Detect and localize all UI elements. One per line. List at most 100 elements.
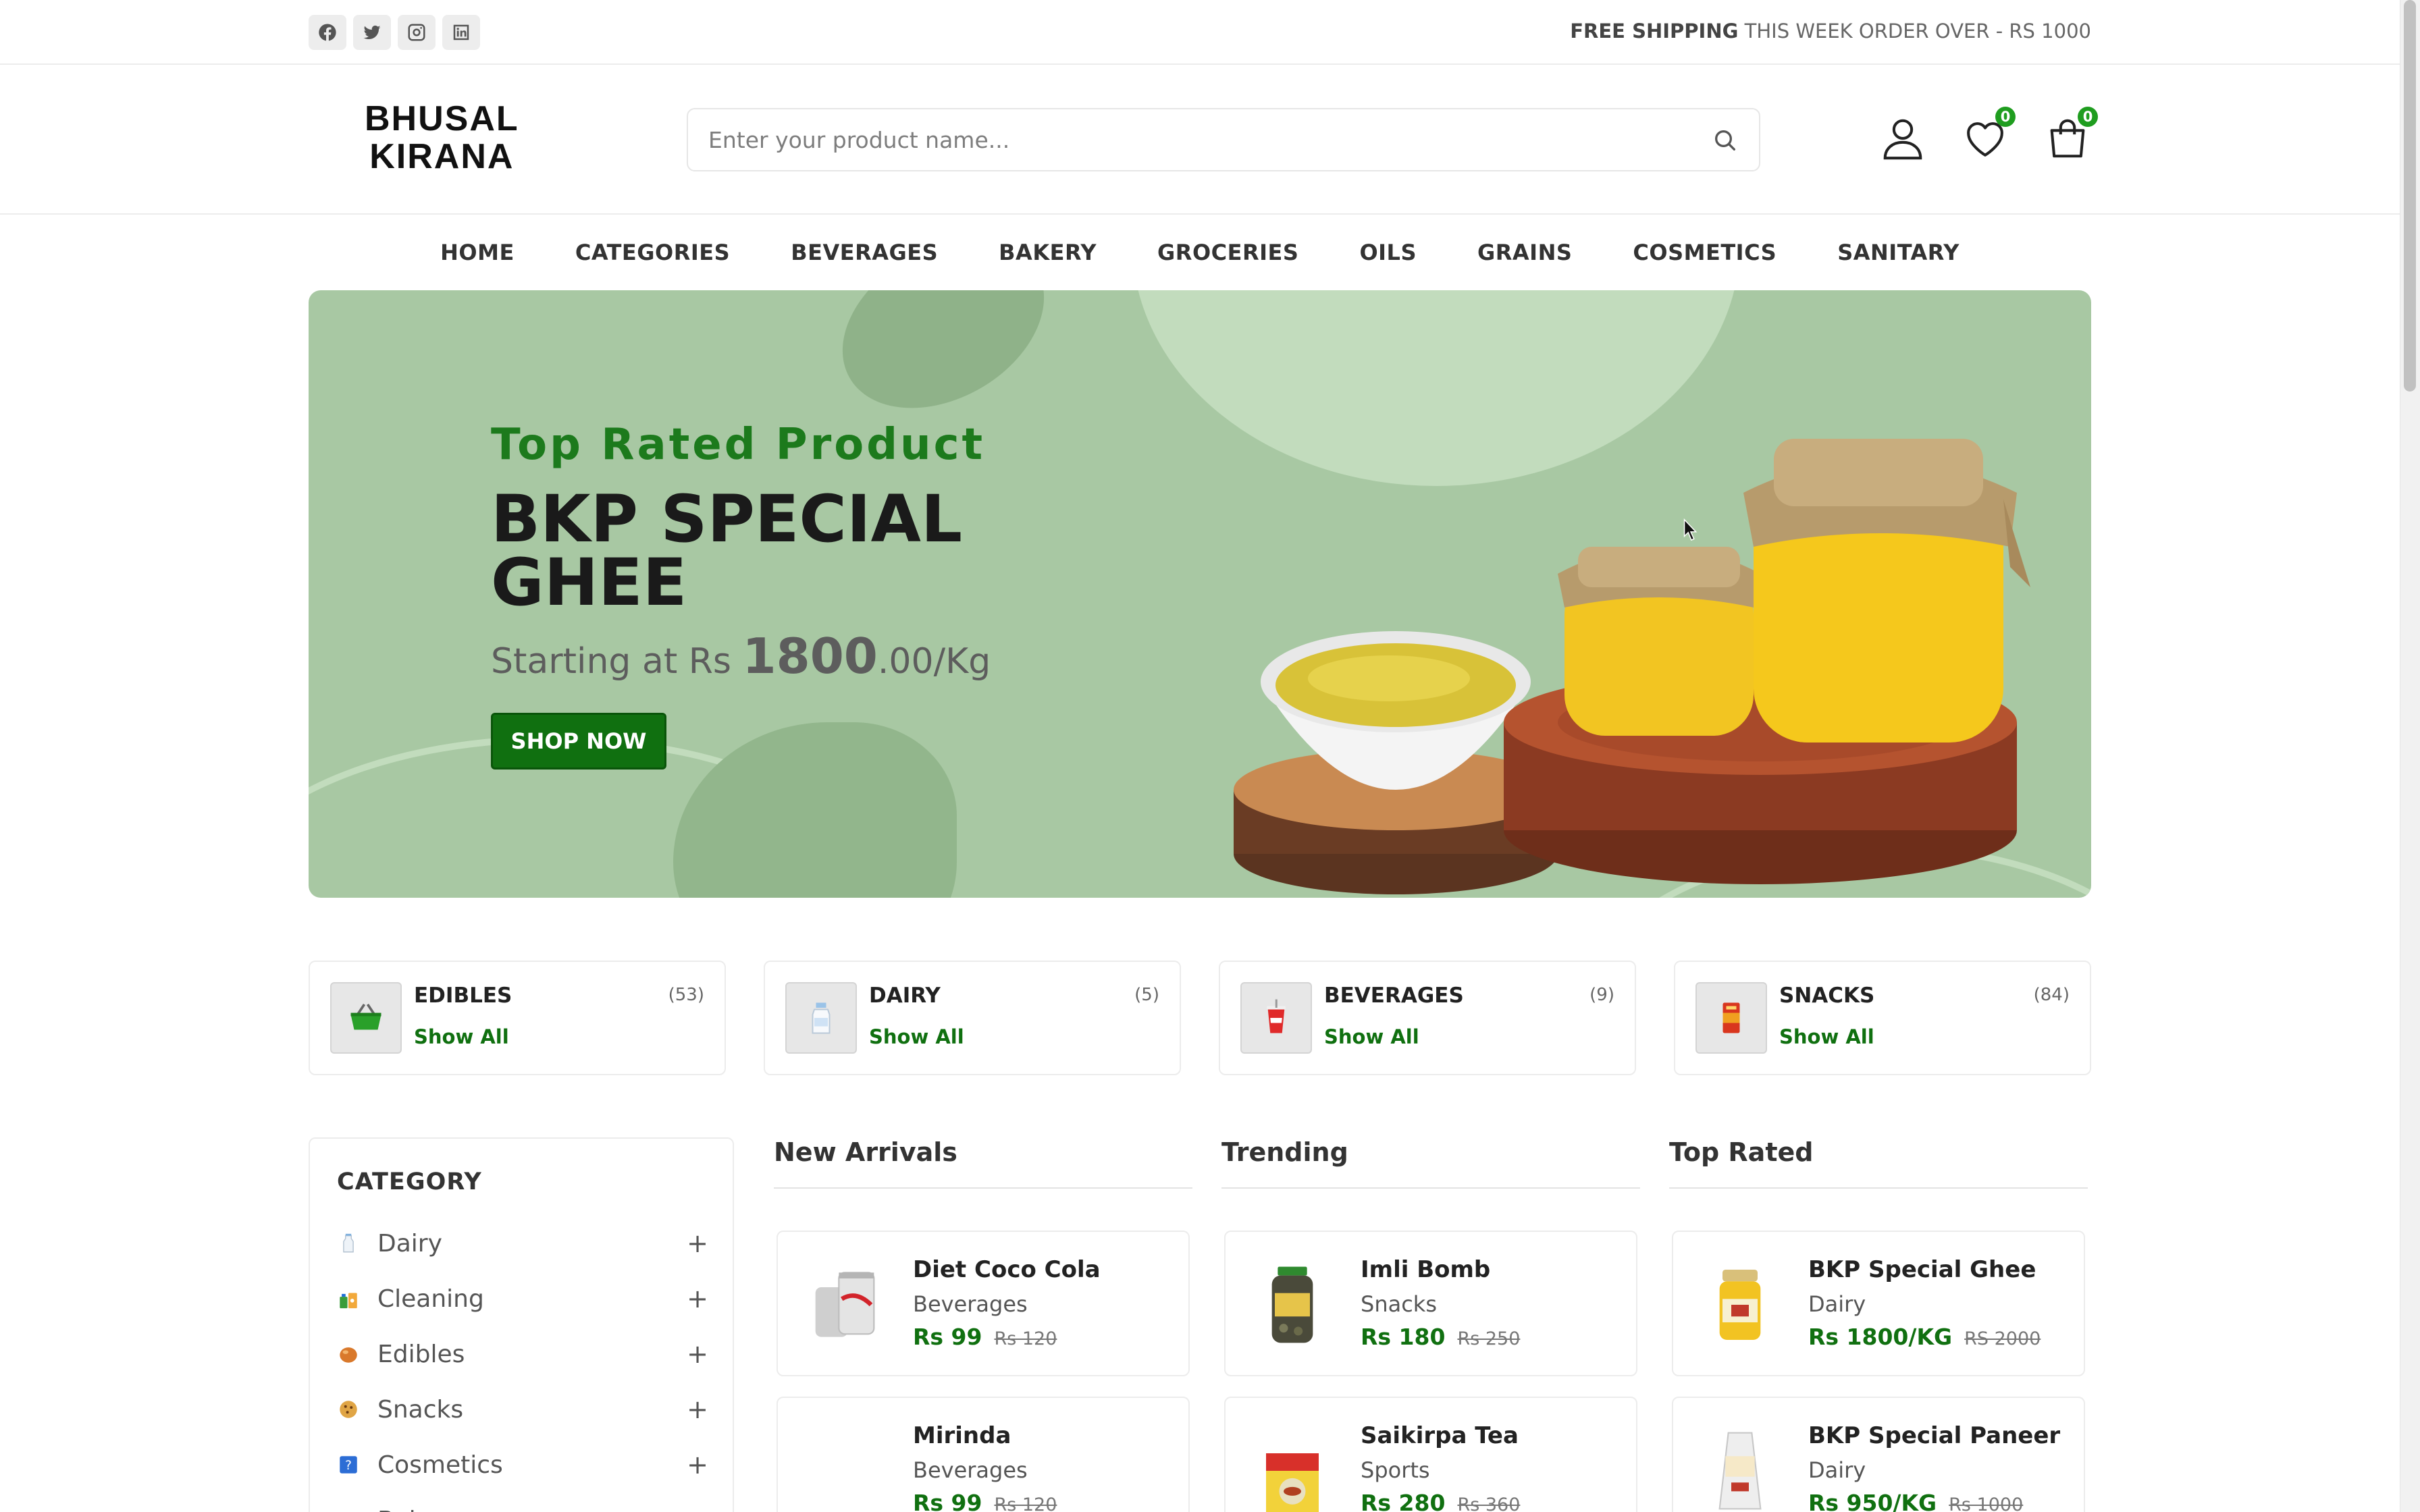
soda-can-icon (801, 1259, 889, 1351)
cart-button[interactable]: 0 (2044, 107, 2098, 162)
old-price: Rs 250 (1457, 1328, 1521, 1349)
wishlist-count-badge: 0 (1995, 107, 2016, 127)
sidebar-item-cosmetics[interactable]: ? Cosmetics + (337, 1437, 708, 1492)
category-card-count: (53) (668, 985, 704, 1005)
account-button[interactable] (1879, 115, 1926, 162)
product-name[interactable]: Diet Coco Cola (913, 1256, 1101, 1283)
expand-plus-icon[interactable]: + (687, 1228, 708, 1258)
product-price: Rs 180 Rs 250 (1361, 1324, 1520, 1350)
section-title: New Arrivals (774, 1137, 1192, 1189)
sidebar-item-dairy[interactable]: Dairy + (337, 1216, 708, 1271)
product-name[interactable]: Saikirpa Tea (1361, 1422, 1519, 1449)
featured-categories: EDIBLES (53) Show All DAIRY (5) Show All… (309, 961, 2091, 1075)
sidebar-item-edibles[interactable]: Edibles + (337, 1326, 708, 1382)
sidebar-item-cleaning[interactable]: Cleaning + (337, 1271, 708, 1326)
linkedin-icon (453, 24, 469, 40)
product-card[interactable]: Diet Coco Cola Beverages Rs 99 Rs 120 (777, 1231, 1190, 1376)
category-card-dairy[interactable]: DAIRY (5) Show All (764, 961, 1181, 1075)
expand-plus-icon[interactable]: + (687, 1450, 708, 1480)
nav-oils[interactable]: OILS (1359, 240, 1417, 265)
show-all-link[interactable]: Show All (869, 1025, 964, 1048)
sidebar-item-label: Dairy (377, 1229, 442, 1258)
promo-text: THIS WEEK ORDER OVER - RS 1000 (1738, 20, 2091, 43)
instagram-icon (408, 24, 425, 41)
hero-price-prefix: Starting at Rs (491, 641, 743, 682)
current-price: Rs 1800/KG (1808, 1324, 1953, 1350)
product-name[interactable]: Imli Bomb (1361, 1256, 1490, 1283)
product-category: Beverages (913, 1457, 1028, 1483)
hero-title: BKP SPECIAL GHEE (491, 481, 963, 620)
product-name[interactable]: Mirinda (913, 1422, 1011, 1449)
product-card[interactable]: BKP Special Paneer Dairy Rs 950/KG Rs 100… (1672, 1397, 2085, 1512)
old-price: Rs 1000 (1949, 1494, 2024, 1512)
category-card-edibles[interactable]: EDIBLES (53) Show All (309, 961, 726, 1075)
category-card-beverages[interactable]: BEVERAGES (9) Show All (1219, 961, 1636, 1075)
current-price: Rs 950/KG (1808, 1490, 1937, 1512)
product-card[interactable]: Mirinda Beverages Rs 99 Rs 120 (777, 1397, 1190, 1512)
snack-pack-icon (1695, 982, 1767, 1054)
search-input[interactable] (708, 109, 1687, 170)
social-links (309, 15, 480, 50)
nav-beverages[interactable]: BEVERAGES (791, 240, 938, 265)
sidebar-title: CATEGORY (337, 1168, 482, 1195)
tea-pack-icon (1248, 1425, 1336, 1512)
nav-groceries[interactable]: GROCERIES (1157, 240, 1298, 265)
shipping-promo: FREE SHIPPING THIS WEEK ORDER OVER - RS … (1570, 20, 2091, 43)
show-all-link[interactable]: Show All (1779, 1025, 1874, 1048)
nav-cosmetics[interactable]: COSMETICS (1633, 240, 1777, 265)
category-card-snacks[interactable]: SNACKS (84) Show All (1674, 961, 2091, 1075)
category-card-count: (84) (2033, 985, 2070, 1005)
category-sidebar: CATEGORY Dairy + Cleaning + Edibles + Sn… (309, 1137, 734, 1512)
bread-icon (337, 1343, 360, 1366)
expand-plus-icon[interactable]: + (687, 1284, 708, 1314)
user-icon (1883, 119, 1922, 160)
top-rated-column: Top Rated BKP Special Ghee Dairy Rs 1800… (1669, 1137, 2088, 1512)
nav-sanitary[interactable]: SANITARY (1837, 240, 1959, 265)
search-button[interactable] (1712, 127, 1739, 154)
expand-plus-icon[interactable]: + (687, 1505, 708, 1512)
shop-now-button[interactable]: SHOP NOW (491, 713, 666, 770)
cookie-icon (337, 1398, 360, 1421)
instagram-link[interactable] (398, 15, 436, 50)
ghee-jar-icon (1696, 1259, 1784, 1351)
nav-bakery[interactable]: BAKERY (999, 240, 1097, 265)
show-all-link[interactable]: Show All (1324, 1025, 1419, 1048)
sidebar-item-label: Cleaning (377, 1285, 484, 1313)
trending-column: Trending Imli Bomb Snacks Rs 180 Rs 250 S… (1221, 1137, 1640, 1512)
hero-price: Starting at Rs 1800.00/Kg (491, 628, 991, 684)
facebook-icon (319, 24, 336, 41)
sidebar-item-label: Snacks (377, 1395, 464, 1424)
product-card[interactable]: BKP Special Ghee Dairy Rs 1800/KG RS 2000 (1672, 1231, 2085, 1376)
linkedin-link[interactable] (442, 15, 480, 50)
nav-categories[interactable]: CATEGORIES (575, 240, 730, 265)
product-name[interactable]: BKP Special Ghee (1808, 1256, 2036, 1283)
sidebar-item-bakery[interactable]: Bakery + (337, 1492, 708, 1512)
product-card[interactable]: Imli Bomb Snacks Rs 180 Rs 250 (1224, 1231, 1637, 1376)
expand-plus-icon[interactable]: + (687, 1395, 708, 1424)
product-category: Dairy (1808, 1291, 1866, 1317)
facebook-link[interactable] (309, 15, 346, 50)
nav-grains[interactable]: GRAINS (1477, 240, 1572, 265)
wishlist-button[interactable]: 0 (1962, 107, 2016, 162)
site-logo[interactable]: BHUSAL KIRANA (365, 100, 519, 176)
nav-home[interactable]: HOME (440, 240, 515, 265)
site-header: BHUSAL KIRANA 0 0 (0, 65, 2400, 215)
product-category: Snacks (1361, 1291, 1437, 1317)
product-price: Rs 99 Rs 120 (913, 1324, 1057, 1350)
hero-subtitle: Top Rated Product (491, 420, 986, 470)
product-card[interactable]: Saikirpa Tea Sports Rs 280 Rs 360 (1224, 1397, 1637, 1512)
expand-plus-icon[interactable]: + (687, 1339, 708, 1369)
page-scrollbar[interactable] (2400, 0, 2420, 1512)
twitter-link[interactable] (353, 15, 391, 50)
category-card-count: (5) (1134, 985, 1159, 1005)
scrollbar-thumb[interactable] (2404, 0, 2416, 392)
hero-price-amount: 1800 (742, 628, 878, 684)
show-all-link[interactable]: Show All (414, 1025, 509, 1048)
product-price: Rs 99 Rs 120 (913, 1490, 1057, 1512)
product-category: Sports (1361, 1457, 1430, 1483)
current-price: Rs 180 (1361, 1324, 1446, 1350)
cosmetics-icon: ? (337, 1453, 360, 1476)
sidebar-item-snacks[interactable]: Snacks + (337, 1382, 708, 1437)
cart-count-badge: 0 (2078, 107, 2098, 127)
product-name[interactable]: BKP Special Paneer (1808, 1422, 2060, 1449)
